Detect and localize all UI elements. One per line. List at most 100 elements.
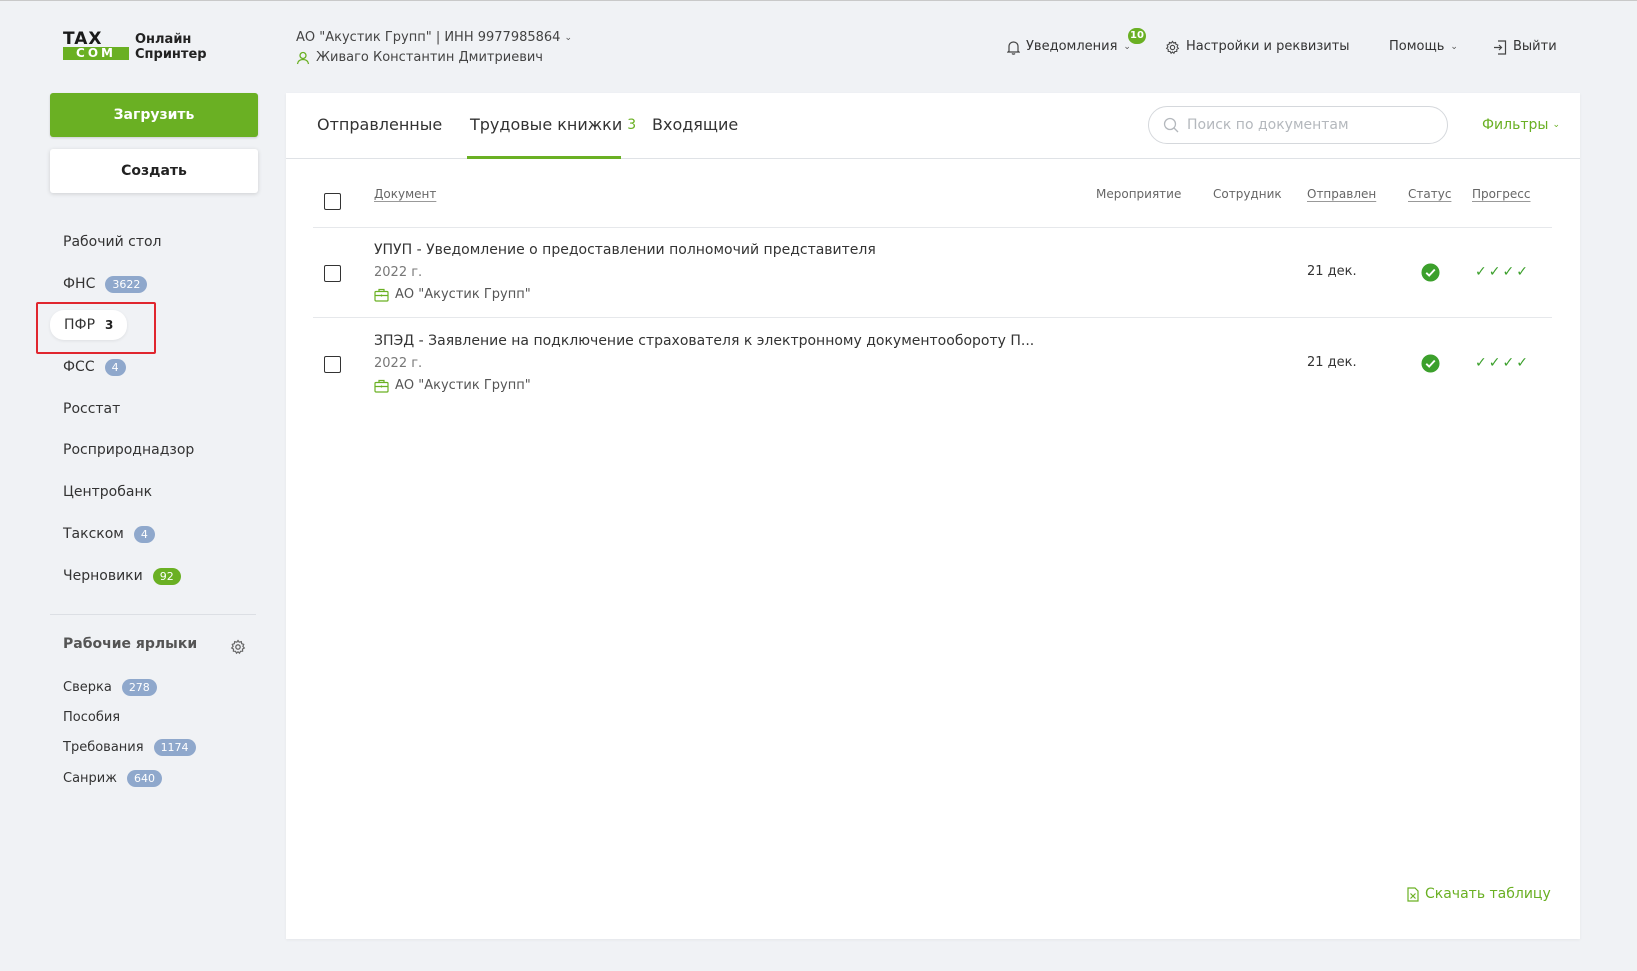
label-item-label: Требования xyxy=(63,739,144,755)
column-header-document[interactable]: Документ xyxy=(374,187,436,201)
document-search[interactable] xyxy=(1148,106,1448,144)
label-item-label: Пособия xyxy=(63,709,121,725)
logo-line-1: Онлайн xyxy=(135,32,192,47)
sidebar-item-taxcom[interactable]: Такском 4 xyxy=(63,522,155,546)
sidebar-item-centrobank[interactable]: Центробанк xyxy=(63,480,152,504)
label-item-reconciliation[interactable]: Сверка 278 xyxy=(63,676,157,698)
count-badge: 1174 xyxy=(153,738,196,756)
logo-bottom-text: COM xyxy=(63,47,129,60)
gear-icon xyxy=(1165,40,1180,54)
organization-name: АО "Акустик Групп" xyxy=(395,378,531,393)
row-checkbox[interactable] xyxy=(324,265,341,282)
search-input[interactable] xyxy=(1187,117,1427,133)
row-checkbox[interactable] xyxy=(324,356,341,373)
status-success-icon xyxy=(1421,354,1440,373)
organization-name: АО "Акустик Групп" | ИНН 9977985864 xyxy=(296,30,561,45)
sidebar-divider xyxy=(50,614,256,615)
tab-label: Трудовые книжки xyxy=(470,115,623,134)
sidebar-item-fns[interactable]: ФНС 3622 xyxy=(63,272,148,296)
document-year: 2022 г. xyxy=(374,265,423,280)
sidebar-item-label: Рабочий стол xyxy=(63,234,162,250)
column-header-employee: Сотрудник xyxy=(1213,187,1282,201)
organization-selector[interactable]: АО "Акустик Групп" | ИНН 9977985864 ⌄ xyxy=(296,29,572,47)
count-badge: 278 xyxy=(121,678,157,696)
work-labels-title: Рабочие ярлыки xyxy=(63,636,198,652)
sidebar-item-fss[interactable]: ФСС 4 xyxy=(63,355,126,379)
progress-checkmarks: ✓✓✓✓ xyxy=(1475,355,1530,371)
chevron-down-icon: ⌄ xyxy=(1552,120,1560,130)
settings-label: Настройки и реквизиты xyxy=(1186,39,1350,54)
help-menu[interactable]: Помощь ⌄ xyxy=(1389,38,1458,56)
count-badge: 92 xyxy=(152,567,181,585)
document-organization: АО "Акустик Групп" xyxy=(374,378,531,393)
sidebar-item-rosstat[interactable]: Росстат xyxy=(63,397,120,421)
document-title-link[interactable]: УПУП - Уведомление о предоставлении полн… xyxy=(374,242,876,258)
filters-label: Фильтры xyxy=(1482,117,1549,133)
document-title-link[interactable]: ЗПЭД - Заявление на подключение страхова… xyxy=(374,333,1034,349)
status-success-icon xyxy=(1421,263,1440,282)
logo-line-2: Спринтер xyxy=(135,47,207,62)
column-header-status[interactable]: Статус xyxy=(1408,187,1451,201)
sidebar-item-label: Черновики xyxy=(63,568,143,584)
sidebar-item-label: ФСС xyxy=(63,359,95,375)
filters-dropdown[interactable]: Фильтры ⌄ xyxy=(1482,117,1560,133)
label-item-sanrizh[interactable]: Санриж 640 xyxy=(63,767,162,789)
column-header-sent[interactable]: Отправлен xyxy=(1307,187,1376,201)
sidebar-item-label: Росприроднадзор xyxy=(63,442,195,458)
logout-icon xyxy=(1494,39,1507,55)
download-table-link[interactable]: Скачать таблицу xyxy=(1407,886,1551,902)
document-organization: АО "Акустик Групп" xyxy=(374,287,531,302)
settings-link[interactable]: Настройки и реквизиты xyxy=(1165,38,1350,56)
sidebar-item-label: ФНС xyxy=(63,276,96,292)
sidebar-item-label: Такском xyxy=(63,526,124,542)
count-badge: 3622 xyxy=(105,275,148,293)
notifications-count-badge: 10 xyxy=(1126,26,1148,46)
column-header-event: Мероприятие xyxy=(1096,187,1182,201)
sidebar-item-drafts[interactable]: Черновики 92 xyxy=(63,564,181,588)
tab-label: Входящие xyxy=(652,115,739,134)
help-label: Помощь xyxy=(1389,39,1445,54)
logo-product-name: Онлайн Спринтер xyxy=(135,32,207,62)
count-badge: 4 xyxy=(104,358,126,376)
document-year: 2022 г. xyxy=(374,356,423,371)
upload-button[interactable]: Загрузить xyxy=(50,93,258,137)
current-user[interactable]: Живаго Константин Дмитриевич xyxy=(296,49,543,67)
sent-date: 21 дек. xyxy=(1307,264,1357,279)
logout-link[interactable]: Выйти xyxy=(1493,38,1557,56)
count-badge: 640 xyxy=(126,769,162,787)
select-all-checkbox[interactable] xyxy=(324,193,341,210)
excel-file-icon xyxy=(1407,886,1419,902)
table-header-divider xyxy=(313,227,1552,228)
label-item-benefits[interactable]: Пособия xyxy=(63,706,120,728)
active-tab-indicator xyxy=(467,156,621,159)
progress-checkmarks: ✓✓✓✓ xyxy=(1475,264,1530,280)
bell-icon xyxy=(1007,40,1020,55)
tab-labor-books[interactable]: Трудовые книжки 3 xyxy=(470,115,636,159)
tab-label: Отправленные xyxy=(317,115,443,134)
user-name: Живаго Константин Дмитриевич xyxy=(316,50,543,65)
chevron-down-icon: ⌄ xyxy=(564,33,572,43)
logo-top-text: TAX xyxy=(63,29,103,49)
count-badge: 4 xyxy=(133,525,155,543)
label-item-label: Санриж xyxy=(63,770,117,786)
sidebar-item-label: Росстат xyxy=(63,401,121,417)
sidebar-item-rosprirodnadzor[interactable]: Росприроднадзор xyxy=(63,438,194,462)
taxcom-logo-mark: TAX COM xyxy=(63,29,129,62)
chevron-down-icon: ⌄ xyxy=(1450,42,1458,52)
search-icon xyxy=(1163,117,1179,133)
tab-count: 3 xyxy=(627,117,637,133)
label-item-requirements[interactable]: Требования 1174 xyxy=(63,736,196,758)
labels-settings-gear-icon[interactable] xyxy=(230,639,246,655)
column-header-progress[interactable]: Прогресс xyxy=(1472,187,1530,201)
user-icon xyxy=(296,51,310,65)
create-button[interactable]: Создать xyxy=(50,149,258,193)
tab-sent[interactable]: Отправленные xyxy=(317,115,442,159)
label-item-label: Сверка xyxy=(63,679,112,695)
taxcom-logo[interactable]: TAX COM Онлайн Спринтер xyxy=(63,30,211,64)
notifications-menu[interactable]: Уведомления ⌄ xyxy=(1007,38,1131,56)
highlight-frame xyxy=(36,302,156,354)
tab-incoming[interactable]: Входящие xyxy=(652,115,738,159)
documents-panel xyxy=(286,93,1580,939)
download-label: Скачать таблицу xyxy=(1425,886,1551,902)
sidebar-item-desktop[interactable]: Рабочий стол xyxy=(63,230,162,254)
